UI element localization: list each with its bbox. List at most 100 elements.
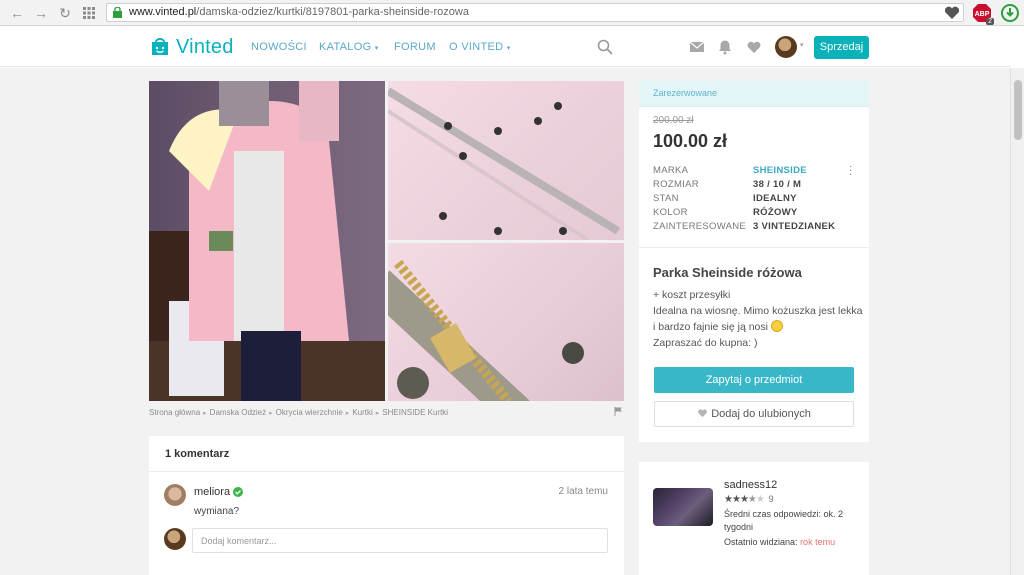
nav-katalog-label: KATALOG [319,41,372,53]
verified-icon [233,487,244,497]
attribute-key: MARKA [653,164,689,176]
description-text: Idealna na wiosnę. Mimo kożuszka jest le… [653,303,863,335]
adblock-plus-icon[interactable]: ABP 2 [972,3,994,25]
scrollbar-thumb[interactable] [1014,80,1022,140]
star-icon: ★ [739,494,749,505]
item-description: + koszt przesyłki Idealna na wiosnę. Mim… [653,287,863,351]
divider [639,247,869,248]
attribute-row: ZAINTERESOWANE 3 VINTEDZIANEK [653,219,863,233]
item-photo-detail-1[interactable] [388,81,624,240]
apps-icon[interactable] [80,4,98,22]
bell-icon[interactable] [717,39,733,55]
photo-illustration [388,259,584,401]
breadcrumb-separator-icon: ▸ [375,409,380,417]
download-extension-icon[interactable] [1000,3,1020,23]
ask-about-item-button[interactable]: Zapytaj o przedmiot [654,367,854,393]
attribute-row: MARKA SHEINSIDE [653,163,863,177]
shipping-note: + koszt przesyłki [653,289,731,301]
item-details-panel: Zarezerwowane 200.00 zł 100.00 zł MARKA S… [639,81,869,442]
abp-badge: 2 [986,18,994,25]
seller-name[interactable]: sadness12 [724,479,777,491]
attribute-key: KOLOR [653,206,688,218]
nav-nowosci[interactable]: NOWOŚCI [251,41,307,53]
add-to-favorites-button[interactable]: Dodaj do ulubionych [654,401,854,427]
nav-o-vinted[interactable]: O VINTED ▾ [449,41,511,53]
browser-toolbar: ← → ↻ www.vinted.pl/damska-odziez/kurtki… [0,0,1024,26]
item-title: Parka Sheinside różowa [653,265,802,280]
comment-user[interactable]: meliora [194,486,244,498]
attribute-key: STAN [653,192,679,204]
favorites-heart-icon[interactable] [746,39,762,55]
brand-link[interactable]: SHEINSIDE [753,165,807,176]
chevron-down-icon: ▾ [506,45,511,52]
seller-avatar[interactable] [653,488,713,526]
reload-icon[interactable]: ↻ [56,4,74,22]
sell-button[interactable]: Sprzedaj [814,36,869,59]
attribute-key: ROZMIAR [653,178,699,190]
description-line-2: Zapraszać do kupna: ) [653,337,758,349]
vinted-logo[interactable]: Vinted [150,35,234,59]
item-photo-detail-2[interactable] [388,243,624,401]
breadcrumb-separator-icon: ▸ [203,409,207,417]
comment-time: 2 lata temu [558,486,608,497]
item-photo-main[interactable] [149,81,385,401]
site-header: Vinted NOWOŚCI KATALOG ▾ FORUM O VINTED … [0,27,1010,67]
attribute-key: ZAINTERESOWANE [653,220,747,232]
attribute-row: KOLOR RÓŻOWY [653,205,863,219]
breadcrumb-type[interactable]: Kurtki [352,408,372,417]
url-domain: www.vinted.pl [129,6,197,18]
attribute-value: RÓŻOWY [753,206,798,218]
breadcrumb-separator-icon: ▸ [269,409,273,417]
user-avatar[interactable] [775,36,797,58]
comment-avatar[interactable] [164,484,186,506]
back-icon[interactable]: ← [8,4,26,22]
comments-header: 1 komentarz [149,436,624,472]
breadcrumb-category[interactable]: Damska Odzież [210,408,266,417]
svg-text:ABP: ABP [975,11,990,18]
search-icon[interactable] [597,39,613,55]
nav-katalog[interactable]: KATALOG ▾ [319,41,379,53]
breadcrumb-subcategory[interactable]: Okrycia wierzchnie [276,408,343,417]
logo-text: Vinted [176,35,234,58]
nav-o-vinted-label: O VINTED [449,41,504,53]
report-flag-icon[interactable] [614,407,623,416]
heart-icon [698,409,708,418]
status-badge: Zarezerwowane [639,81,869,107]
lock-icon [113,7,122,18]
breadcrumb-separator-icon: ▸ [345,409,350,417]
photo-illustration [388,87,621,240]
star-empty-icon: ★ [755,494,765,505]
attribute-value: IDEALNY [753,192,797,204]
attribute-value: 3 VINTEDZIANEK [753,220,836,232]
vinted-logo-icon [152,38,168,55]
comments-panel: 1 komentarz meliora 2 lata temu wymiana?… [149,436,624,575]
address-bar[interactable]: www.vinted.pl/damska-odziez/kurtki/81978… [106,3,964,22]
description-line-1: Idealna na wiosnę. Mimo kożuszka jest le… [653,305,863,333]
seller-rating[interactable]: ★★★★★ 9 [724,494,774,505]
star-icon: ★ [724,494,733,505]
breadcrumb-home[interactable]: Strona główna [149,408,200,417]
comment-input[interactable]: Dodaj komentarz... [192,528,608,553]
mail-icon[interactable] [689,39,705,55]
breadcrumb: Strona główna ▸ Damska Odzież ▸ Okrycia wi… [149,408,448,417]
breadcrumb-brand[interactable]: SHEINSIDE Kurtki [382,408,448,417]
scrollbar[interactable] [1010,68,1024,575]
photo-illustration [149,81,385,401]
heart-extension-icon[interactable] [942,3,962,23]
chevron-down-icon: ▾ [374,45,379,52]
star-icon: ★ [731,494,741,505]
attribute-row: STAN IDEALNY [653,191,863,205]
add-to-favorites-label: Dodaj do ulubionych [711,408,811,420]
last-seen-label: Ostatnio widziana: [724,537,798,547]
url-path: /damska-odziez/kurtki/8197801-parka-shei… [196,6,469,18]
nav-forum[interactable]: FORUM [394,41,436,53]
attributes-list: MARKA SHEINSIDE ROZMIAR 38 / 10 / M STAN ID… [653,163,863,233]
price: 100.00 zł [653,131,728,151]
more-options-icon[interactable]: · · · [849,162,852,180]
forward-icon[interactable]: → [32,4,50,22]
star-half-icon: ★ [747,494,757,505]
old-price: 200.00 zł [653,115,694,126]
chevron-down-icon[interactable]: ▾ [800,41,804,49]
comment-text: wymiana? [194,506,240,517]
attribute-row: ROZMIAR 38 / 10 / M [653,177,863,191]
